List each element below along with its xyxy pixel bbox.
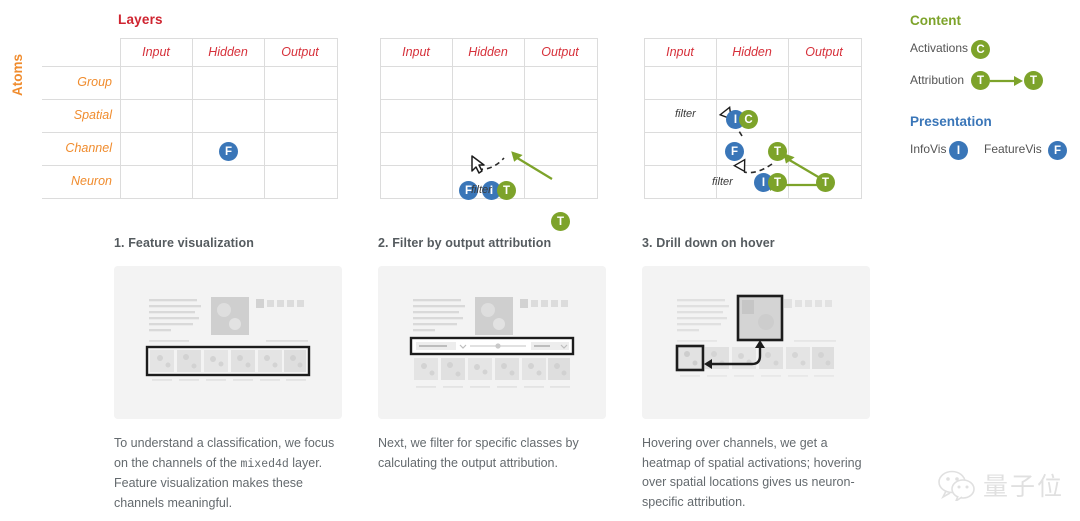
grid-line xyxy=(42,198,338,199)
step-2-mockup xyxy=(378,266,606,419)
grid-line xyxy=(337,38,338,198)
step-2-caption: Next, we filter for specific classes by … xyxy=(378,434,610,474)
matrix-panel-2: Input Hidden Output F I T T filter xyxy=(380,38,598,231)
matrix-panel-3: Input Hidden Output I C F T I T T filter… xyxy=(644,38,862,199)
legend-item-featurevis: FeatureVis xyxy=(984,142,1042,156)
badge-attribution-legend-target[interactable]: T xyxy=(1024,71,1043,90)
filter-label: filter xyxy=(471,184,492,196)
row-label-neuron: Neuron xyxy=(71,174,112,188)
step-3-thumbnail[interactable] xyxy=(642,266,870,419)
step-1-mockup xyxy=(114,266,342,419)
step-3-caption-pre: Hovering over channels, we get a heatmap… xyxy=(642,436,862,509)
badge-featurevis[interactable]: F xyxy=(219,142,238,161)
panel2-annotations xyxy=(471,151,553,180)
col-header-output: Output xyxy=(281,45,319,59)
legend-infovis-label: InfoVis xyxy=(910,142,947,156)
row-label-spatial: Spatial xyxy=(73,108,112,122)
badge-attribution-neuron[interactable]: T xyxy=(768,173,787,192)
step-2-thumbnail[interactable] xyxy=(378,266,606,419)
step-1-caption-code: mixed4d xyxy=(240,457,289,471)
step-3-caption: Hovering over channels, we get a heatmap… xyxy=(642,434,874,513)
figure-canvas: Layers Atoms Input Hidden Output Group S… xyxy=(0,0,1080,521)
step-3-mockup xyxy=(642,266,870,419)
badge-featurevis[interactable]: F xyxy=(725,142,744,161)
legend-attribution-label: Attribution xyxy=(910,73,965,87)
row-label-channel: Channel xyxy=(65,141,112,155)
matrix-panel-1: Input Hidden Output Group Spatial Channe… xyxy=(42,38,338,199)
filter-label: filter xyxy=(675,108,696,120)
badge-attribution[interactable]: T xyxy=(497,181,516,200)
legend-item-attribution: Attribution xyxy=(910,73,964,87)
filter-label: filter xyxy=(712,176,733,188)
badge-attribution-hidden[interactable]: T xyxy=(768,142,787,161)
legend-activations-label: Activations xyxy=(910,41,969,55)
badge-activations[interactable]: C xyxy=(739,110,758,129)
legend-presentation-title: Presentation xyxy=(910,114,992,129)
row-label-group: Group xyxy=(77,75,112,89)
legend-content-title: Content xyxy=(910,13,961,28)
wechat-icon xyxy=(938,470,975,501)
legend-item-infovis: InfoVis xyxy=(910,142,946,156)
watermark: 量子位 xyxy=(937,467,1064,503)
badge-attribution-legend-source[interactable]: T xyxy=(971,71,990,90)
badge-infovis-legend[interactable]: I xyxy=(949,141,968,160)
legend-arrow-icon xyxy=(990,76,1023,86)
step-3-title: 3. Drill down on hover xyxy=(642,236,775,250)
watermark-text: 量子位 xyxy=(982,472,1064,501)
step-2-title: 2. Filter by output attribution xyxy=(378,236,552,250)
badge-activations-legend[interactable]: C xyxy=(971,40,990,59)
grid-line xyxy=(120,38,338,39)
layers-heading: Layers xyxy=(118,12,163,27)
badge-featurevis-legend[interactable]: F xyxy=(1048,141,1067,160)
step-1-thumbnail[interactable] xyxy=(114,266,342,419)
atoms-heading: Atoms xyxy=(10,53,25,96)
col-header-hidden: Hidden xyxy=(208,45,248,59)
step-1-caption: To understand a classification, we focus… xyxy=(114,434,346,513)
grid-line xyxy=(120,38,121,198)
col-header-input: Input xyxy=(142,45,170,59)
grid-line xyxy=(264,38,265,198)
badge-attribution-output[interactable]: T xyxy=(551,212,570,231)
legend-featurevis-label: FeatureVis xyxy=(984,142,1042,156)
step-1-title: 1. Feature visualization xyxy=(114,236,254,250)
legend-item-activations: Activations xyxy=(910,41,968,55)
step-2-caption-pre: Next, we filter for specific classes by … xyxy=(378,436,579,470)
grid-line xyxy=(192,38,193,198)
grid-line xyxy=(644,198,862,199)
badge-attribution-output[interactable]: T xyxy=(816,173,835,192)
